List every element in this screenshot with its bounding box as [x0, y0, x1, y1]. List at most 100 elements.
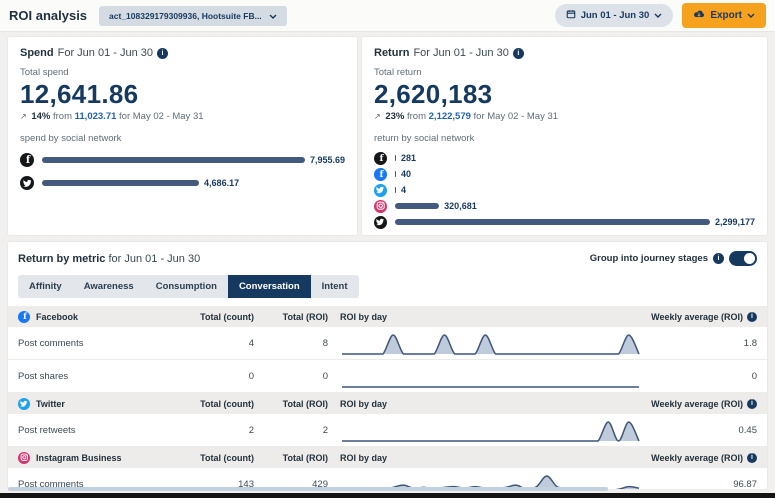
page-title: ROI analysis	[9, 8, 87, 23]
facebook-icon: f	[374, 168, 387, 181]
info-icon[interactable]: i	[747, 453, 757, 463]
column-header: ROI by day	[328, 453, 645, 463]
chevron-down-icon	[269, 11, 277, 21]
chevron-down-icon	[654, 10, 662, 21]
weekly-average-value: 0	[645, 371, 757, 382]
spend-card: Spend For Jun 01 - Jun 30 i Total spend …	[8, 37, 357, 235]
metric-tabs: AffinityAwarenessConsumptionConversation…	[18, 275, 359, 298]
network-bar-row: f281	[374, 152, 755, 164]
metric-table: fFacebookTotal (count)Total (ROI)ROI by …	[8, 306, 767, 489]
network-bar-row: 4	[374, 184, 755, 196]
network-bar-value: 7,955.69	[310, 155, 345, 165]
column-header: Weekly average (ROI)	[651, 453, 743, 463]
spend-card-title: Spend	[20, 46, 54, 60]
metric-section-period: for Jun 01 - Jun 30	[108, 253, 200, 265]
column-header: Total (ROI)	[254, 312, 328, 322]
roi-by-day-sparkline	[340, 363, 641, 390]
network-bar	[395, 187, 396, 193]
network-bar-row: 2,299,177	[374, 216, 755, 228]
instagram-icon	[18, 452, 30, 464]
return-by-network-bars: f281f404320,6812,299,177	[374, 152, 755, 228]
metric-name: Post retweets	[18, 425, 188, 436]
facebook-icon: f	[20, 153, 34, 167]
journey-stages-toggle[interactable]	[729, 251, 757, 266]
weekly-average-value: 96.87	[645, 479, 757, 490]
weekly-average-value: 1.8	[645, 338, 757, 349]
info-icon[interactable]: i	[747, 399, 757, 409]
return-card-title: Return	[374, 46, 409, 60]
info-icon[interactable]: i	[513, 48, 524, 59]
column-header: Total (count)	[188, 399, 254, 409]
total-count-value: 2	[188, 425, 254, 436]
tab-intent[interactable]: Intent	[311, 275, 359, 298]
return-bars-label: return by social network	[374, 133, 755, 145]
return-prev-value-link[interactable]: 2,122,579	[429, 111, 471, 122]
trend-up-icon: ↗	[374, 112, 381, 121]
tab-awareness[interactable]: Awareness	[73, 275, 145, 298]
group-network-name: Twitter	[36, 399, 65, 409]
horizontal-scrollbar-thumb[interactable]	[8, 487, 608, 491]
tab-conversation[interactable]: Conversation	[228, 275, 311, 298]
facebook-icon: f	[18, 311, 30, 323]
spend-bars-label: spend by social network	[20, 133, 345, 145]
trend-up-icon: ↗	[20, 112, 27, 121]
spend-change-pct: 14%	[31, 111, 50, 122]
window-bottom-edge	[0, 493, 775, 498]
network-bar-value: 40	[401, 169, 411, 179]
column-header: Weekly average (ROI)	[651, 399, 743, 409]
total-return-value: 2,620,183	[374, 79, 755, 109]
network-bar-row: 4,686.17	[20, 175, 345, 191]
summary-cards: Spend For Jun 01 - Jun 30 i Total spend …	[0, 32, 775, 235]
spend-by-network-bars: f 7,955.69 4,686.17	[20, 152, 345, 191]
weekly-average-value: 0.45	[645, 425, 757, 436]
tab-consumption[interactable]: Consumption	[145, 275, 228, 298]
group-network-name: Facebook	[36, 312, 78, 322]
network-bar-row: f 40	[374, 168, 755, 180]
return-prev-period: for May 02 - May 31	[474, 111, 558, 122]
account-dropdown-label: act_108329179309936, Hootsuite FB...	[109, 11, 262, 21]
twitter-icon	[374, 184, 387, 197]
export-button[interactable]: Export	[682, 3, 766, 28]
export-button-label: Export	[710, 10, 742, 21]
column-header: Total (count)	[188, 312, 254, 322]
total-return-label: Total return	[374, 67, 755, 79]
column-header: Weekly average (ROI)	[651, 312, 743, 322]
roi-by-day-sparkline	[340, 417, 641, 444]
return-card: Return For Jun 01 - Jun 30 i Total retur…	[362, 37, 767, 235]
metric-row: Post retweets220.45	[8, 414, 767, 447]
return-card-period: For Jun 01 - Jun 30	[413, 46, 508, 60]
info-icon[interactable]: i	[713, 253, 724, 264]
column-header: ROI by day	[328, 399, 645, 409]
metric-row: Post shares000	[8, 360, 767, 393]
metric-name: Post shares	[18, 371, 188, 382]
twitter-icon	[20, 176, 34, 190]
spend-change-from: from	[53, 111, 72, 122]
spend-prev-value-link[interactable]: 11,023.71	[75, 111, 117, 122]
return-change-pct: 23%	[385, 111, 404, 122]
network-bar-value: 4	[401, 185, 406, 195]
account-dropdown[interactable]: act_108329179309936, Hootsuite FB...	[99, 6, 287, 26]
total-count-value: 4	[188, 338, 254, 349]
journey-stages-toggle-label: Group into journey stages	[590, 253, 708, 264]
column-header: Total (count)	[188, 453, 254, 463]
metric-row: Post comments481.8	[8, 327, 767, 360]
info-icon[interactable]: i	[157, 48, 168, 59]
group-header-instagram: Instagram BusinessTotal (count)Total (RO…	[8, 447, 767, 468]
tab-affinity[interactable]: Affinity	[18, 275, 73, 298]
network-bar	[395, 203, 439, 209]
date-range-picker[interactable]: Jun 01 - Jun 30	[555, 4, 674, 27]
column-header: ROI by day	[328, 312, 645, 322]
info-icon[interactable]: i	[747, 312, 757, 322]
export-cloud-icon	[693, 9, 705, 22]
instagram-icon	[374, 200, 387, 213]
network-bar	[42, 180, 199, 186]
return-change-row: ↗ 23% from 2,122,579 for May 02 - May 31	[374, 111, 755, 123]
twitter-icon	[18, 398, 30, 410]
group-header-twitter: TwitterTotal (count)Total (ROI)ROI by da…	[8, 393, 767, 414]
return-change-from: from	[407, 111, 426, 122]
metric-name: Post comments	[18, 338, 188, 349]
metric-row: Post comments14342996.87	[8, 468, 767, 489]
total-roi-value: 0	[254, 371, 328, 382]
facebook-icon: f	[374, 152, 387, 165]
spend-prev-period: for May 02 - May 31	[119, 111, 203, 122]
